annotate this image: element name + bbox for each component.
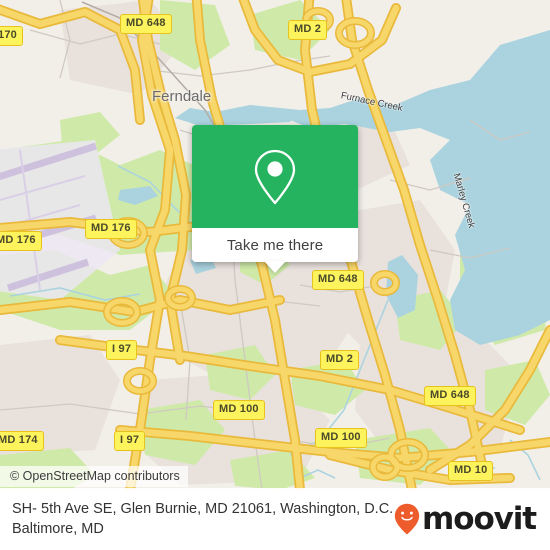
road-shield-i-97-s: I 97 <box>114 431 146 451</box>
moovit-logo[interactable]: moovit <box>394 500 537 537</box>
road-shield-md-10: MD 10 <box>448 461 494 481</box>
road-shield-md-174: MD 174 <box>0 431 44 451</box>
road-shield-md-2-s: MD 2 <box>320 350 360 370</box>
footer-content: SH- 5th Ave SE, Glen Burnie, MD 21061, W… <box>0 488 550 550</box>
road-shield-md-100-e: MD 100 <box>315 428 367 448</box>
place-label-ferndale: Ferndale <box>152 88 212 105</box>
callout-action-area[interactable]: Take me there <box>192 228 358 273</box>
road-shield-i-97-n: I 97 <box>106 340 138 360</box>
openstreetmap-attribution[interactable]: © OpenStreetMap contributors <box>0 466 188 487</box>
moovit-wordmark: moovit <box>422 500 537 537</box>
footer-bar: SH- 5th Ave SE, Glen Burnie, MD 21061, W… <box>0 488 550 550</box>
road-shield-md-100-w: MD 100 <box>213 400 265 420</box>
road-shield-md-648-e: MD 648 <box>424 386 476 406</box>
location-title: SH- 5th Ave SE, Glen Burnie, MD 21061, W… <box>12 501 403 537</box>
moovit-smiley-pin-icon <box>394 503 420 535</box>
road-shield-170: 170 <box>0 26 23 46</box>
road-shield-md-648-c: MD 648 <box>312 270 364 290</box>
callout-icon-area <box>192 125 358 228</box>
take-me-there-button[interactable]: Take me there <box>227 237 323 254</box>
road-shield-md-648-n: MD 648 <box>120 14 172 34</box>
screenshot-root: Ferndale Furnace Creek Marley Creek 170 … <box>0 0 550 550</box>
road-shield-md-176-e: MD 176 <box>85 219 137 239</box>
map-pin-icon <box>254 149 296 204</box>
location-callout-card[interactable]: Take me there <box>192 125 358 273</box>
callout-pointer-tail <box>264 261 286 273</box>
road-shield-md-176-w: MD 176 <box>0 231 42 251</box>
road-shield-md-2-n: MD 2 <box>288 20 328 40</box>
